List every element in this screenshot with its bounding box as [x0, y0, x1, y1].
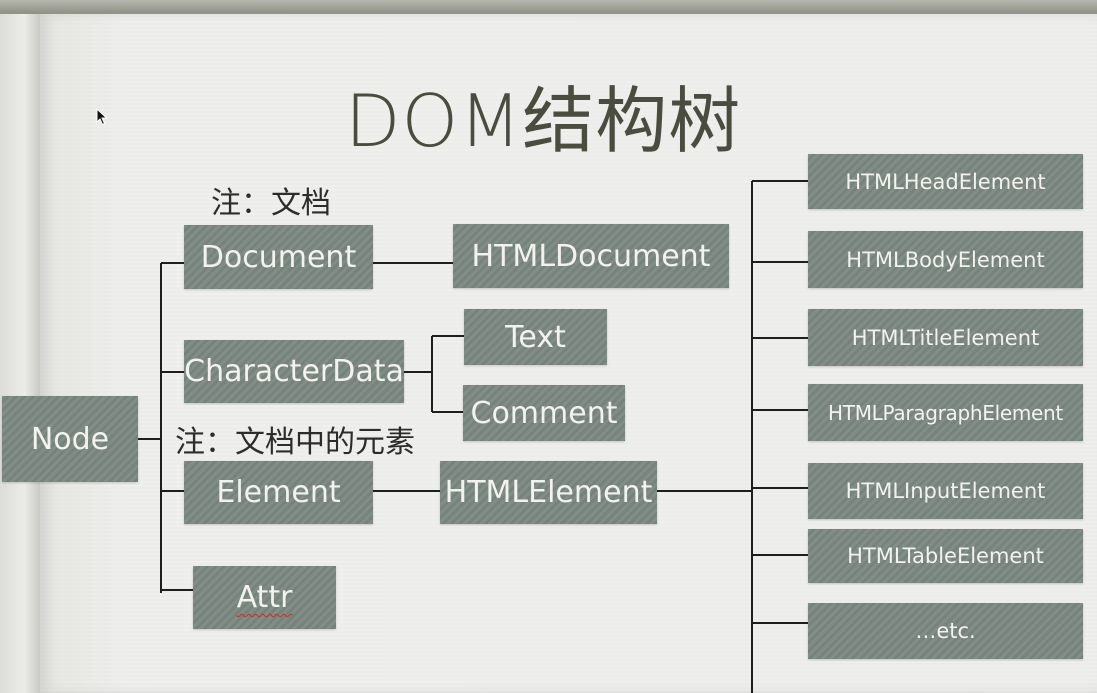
htmlelement-label: HTMLElement [444, 475, 653, 510]
note-element: 注：文档中的元素 [175, 425, 415, 460]
htmlbodyelement-box: HTMLBodyElement [808, 231, 1083, 288]
note-document: 注：文档 [211, 186, 331, 221]
node-label: Node [30, 421, 110, 457]
htmldocument-box: HTMLDocument [453, 224, 729, 288]
etc-label: …etc. [915, 619, 976, 643]
document-box: Document [184, 225, 373, 289]
element-label: Element [216, 475, 341, 510]
slide-stage: DOM结构树 注：文档 注：文档中的元素 Node Document HTMLD… [0, 0, 1097, 693]
etc-box: …etc. [808, 603, 1083, 659]
htmlheadelement-box: HTMLHeadElement [808, 154, 1083, 209]
htmlbodyelement-label: HTMLBodyElement [846, 247, 1045, 272]
htmltableelement-box: HTMLTableElement [808, 529, 1083, 583]
document-label: Document [200, 239, 357, 275]
comment-box: Comment [463, 385, 625, 441]
attr-box: Attr [193, 566, 336, 629]
htmlinputelement-label: HTMLInputElement [845, 479, 1046, 503]
htmlparagraphelement-label: HTMLParagraphElement [828, 400, 1063, 425]
element-box: Element [184, 461, 373, 524]
htmltableelement-label: HTMLTableElement [847, 544, 1044, 568]
htmlinputelement-box: HTMLInputElement [808, 463, 1083, 519]
htmlparagraphelement-box: HTMLParagraphElement [808, 384, 1083, 441]
htmlheadelement-label: HTMLHeadElement [845, 169, 1046, 194]
htmltitleelement-label: HTMLTitleElement [851, 325, 1040, 350]
characterdata-box: CharacterData [184, 340, 404, 403]
attr-label: Attr [236, 580, 293, 615]
comment-label: Comment [470, 395, 618, 431]
node-box: Node [2, 396, 138, 482]
slide-title: DOM结构树 [345, 79, 742, 163]
characterdata-label: CharacterData [184, 354, 404, 389]
mouse-cursor-icon [96, 108, 108, 126]
htmlelement-box: HTMLElement [440, 461, 657, 524]
htmltitleelement-box: HTMLTitleElement [808, 309, 1083, 366]
text-label: Text [505, 319, 566, 355]
text-box: Text [464, 309, 607, 365]
htmldocument-label: HTMLDocument [471, 238, 711, 274]
